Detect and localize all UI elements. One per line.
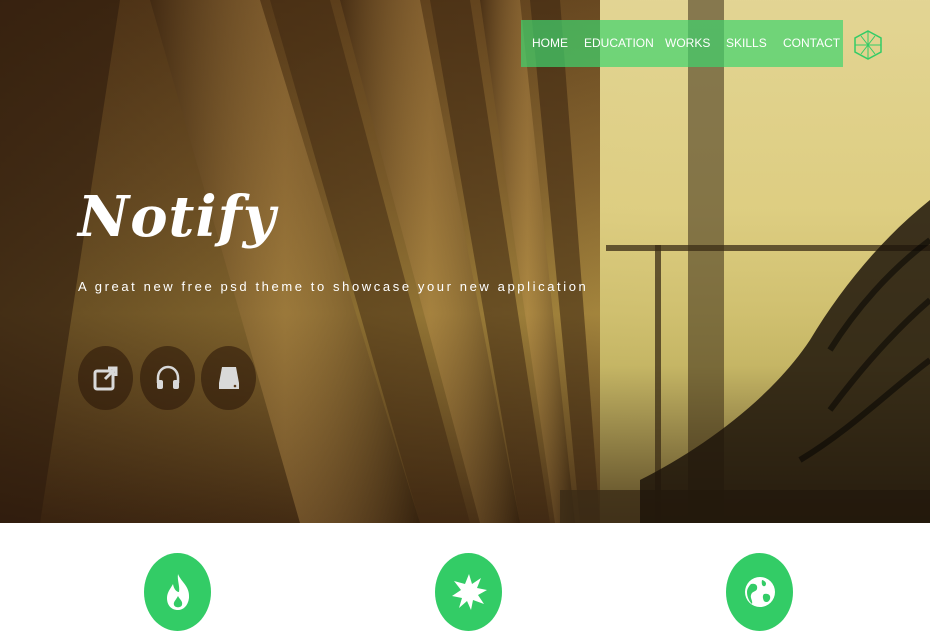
feature-globe[interactable] xyxy=(726,553,793,631)
logo-hexagon-icon[interactable] xyxy=(852,29,884,61)
drive-icon xyxy=(218,367,239,389)
share-icon xyxy=(93,366,117,391)
feature-burst[interactable] xyxy=(435,553,502,631)
theater-seats-image xyxy=(640,200,930,523)
headphones-icon xyxy=(156,365,179,389)
hero-section: HOME EDUCATION WORKS SKILLS CONTACT Noti… xyxy=(0,0,930,523)
hero-tagline: A great new free psd theme to showcase y… xyxy=(78,279,589,294)
share-button[interactable] xyxy=(78,346,133,410)
nav-item-works[interactable]: WORKS xyxy=(665,20,710,67)
main-nav: HOME EDUCATION WORKS SKILLS CONTACT xyxy=(521,20,843,67)
feature-flame[interactable] xyxy=(144,553,211,631)
nav-item-education[interactable]: EDUCATION xyxy=(584,20,654,67)
flame-icon xyxy=(166,574,189,610)
brand-title: Notify xyxy=(78,184,277,250)
storage-button[interactable] xyxy=(201,346,256,410)
audio-button[interactable] xyxy=(140,346,195,410)
nav-item-contact[interactable]: CONTACT xyxy=(783,20,840,67)
nav-item-home[interactable]: HOME xyxy=(532,20,568,67)
burst-icon xyxy=(451,574,487,610)
nav-item-skills[interactable]: SKILLS xyxy=(726,20,767,67)
globe-icon xyxy=(744,577,775,607)
